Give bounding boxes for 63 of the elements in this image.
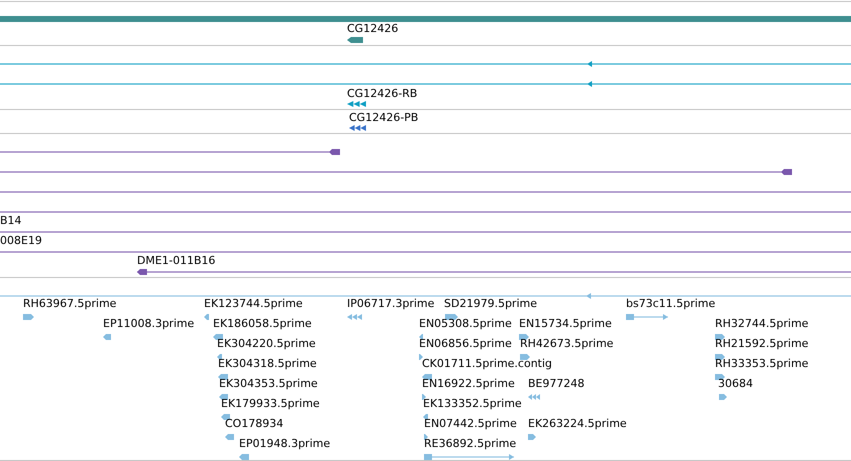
feature-label[interactable]: RH63967.5prime bbox=[23, 298, 116, 310]
feature-label[interactable]: EN07442.5prime bbox=[424, 418, 517, 430]
left-arrow-icon bbox=[204, 314, 209, 320]
right-arrow-icon bbox=[715, 374, 725, 380]
feature-label[interactable]: B14 bbox=[0, 215, 22, 227]
feature-label[interactable]: CG12426-RB bbox=[347, 88, 418, 100]
feature-label[interactable]: EK186058.5prime bbox=[213, 318, 312, 330]
feature-label[interactable]: EN06856.5prime bbox=[419, 338, 512, 350]
left-arrow-icon bbox=[423, 414, 428, 420]
left-arrow-icon bbox=[218, 374, 228, 380]
right-arrow-icon bbox=[715, 334, 725, 340]
feature-label[interactable]: RE36892.5prime bbox=[424, 438, 516, 450]
left-arrow-icon bbox=[217, 354, 222, 360]
feature-label[interactable]: EK133352.5prime bbox=[423, 398, 522, 410]
feature-label[interactable]: CG12426-PB bbox=[349, 112, 418, 124]
feature-label[interactable]: 30684 bbox=[718, 378, 753, 390]
feature-label[interactable]: EP11008.3prime bbox=[103, 318, 194, 330]
left-arrow-icon bbox=[103, 334, 111, 340]
right-arrow-icon bbox=[520, 354, 530, 360]
left-arrow-icon bbox=[347, 37, 363, 43]
feature-label[interactable]: EN15734.5prime bbox=[519, 318, 612, 330]
feature-label[interactable]: RH33353.5prime bbox=[715, 358, 808, 370]
feature-label[interactable]: EN05308.5prime bbox=[419, 318, 512, 330]
feature-label[interactable]: EP01948.3prime bbox=[239, 438, 330, 450]
left-arrow-icon bbox=[225, 434, 234, 440]
feature-label[interactable]: CO178934 bbox=[225, 418, 284, 430]
feature-label[interactable]: EK263224.5prime bbox=[528, 418, 627, 430]
feature-label[interactable]: bs73c11.5prime bbox=[626, 298, 716, 310]
left-arrow-icon bbox=[213, 334, 223, 340]
left-arrow-icon bbox=[422, 374, 432, 380]
left-arrow-icon bbox=[219, 394, 228, 400]
triple-arrow-icon bbox=[347, 314, 362, 320]
right-arrow-icon bbox=[419, 354, 423, 360]
feature-label[interactable]: RH42673.5prime bbox=[520, 338, 614, 350]
left-arrow-icon bbox=[239, 454, 249, 460]
feature-label[interactable]: RH21592.5prime bbox=[715, 338, 808, 350]
triple-arrow-icon bbox=[349, 125, 366, 131]
feature-label[interactable]: CG12426 bbox=[347, 23, 398, 35]
feature-label[interactable]: CK01711.5prime.contig bbox=[422, 358, 552, 370]
left-arrow-icon bbox=[221, 414, 230, 420]
right-arrow-icon bbox=[23, 314, 34, 320]
left-arrow-icon bbox=[419, 334, 423, 340]
feature-label[interactable]: IP06717.3prime bbox=[347, 298, 434, 310]
feature-label[interactable]: EK179933.5prime bbox=[221, 398, 320, 410]
triple-arrow-icon bbox=[347, 101, 366, 107]
feature-label[interactable]: BE977248 bbox=[528, 378, 584, 390]
feature-label[interactable]: EK304353.5prime bbox=[219, 378, 318, 390]
right-arrow-icon bbox=[445, 314, 458, 320]
feature-label[interactable]: EK304318.5prime bbox=[218, 358, 317, 370]
feature-label[interactable]: RH32744.5prime bbox=[715, 318, 808, 330]
right-arrow-icon bbox=[422, 394, 426, 400]
triple-arrow-icon bbox=[528, 394, 540, 400]
feature-label[interactable]: DME1-011B16 bbox=[137, 255, 216, 267]
right-arrow-icon bbox=[519, 334, 529, 340]
feature-label[interactable]: 008E19 bbox=[0, 235, 42, 247]
right-arrow-icon bbox=[424, 434, 428, 440]
feature-label[interactable]: EK304220.5prime bbox=[217, 338, 316, 350]
feature-label[interactable]: SD21979.5prime bbox=[444, 298, 537, 310]
right-arrow-icon bbox=[719, 394, 727, 400]
right-arrow-icon bbox=[528, 434, 536, 440]
feature-label[interactable]: EK123744.5prime bbox=[204, 298, 303, 310]
feature-label[interactable]: EN16922.5prime bbox=[422, 378, 515, 390]
right-arrow-icon bbox=[715, 354, 725, 360]
